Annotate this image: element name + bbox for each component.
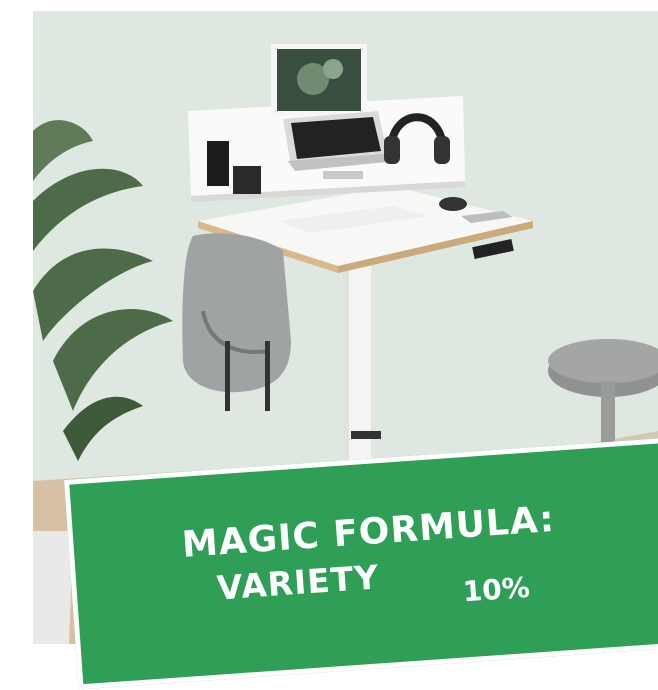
banner-subheadline: VARIETY <box>215 557 381 608</box>
tablet <box>271 44 367 116</box>
mouse <box>439 197 467 211</box>
plant-pot <box>33 531 73 644</box>
banner-percent: 10% <box>461 570 531 609</box>
promo-banner: MAGIC FORMULA: VARIETY 10% <box>64 438 658 690</box>
